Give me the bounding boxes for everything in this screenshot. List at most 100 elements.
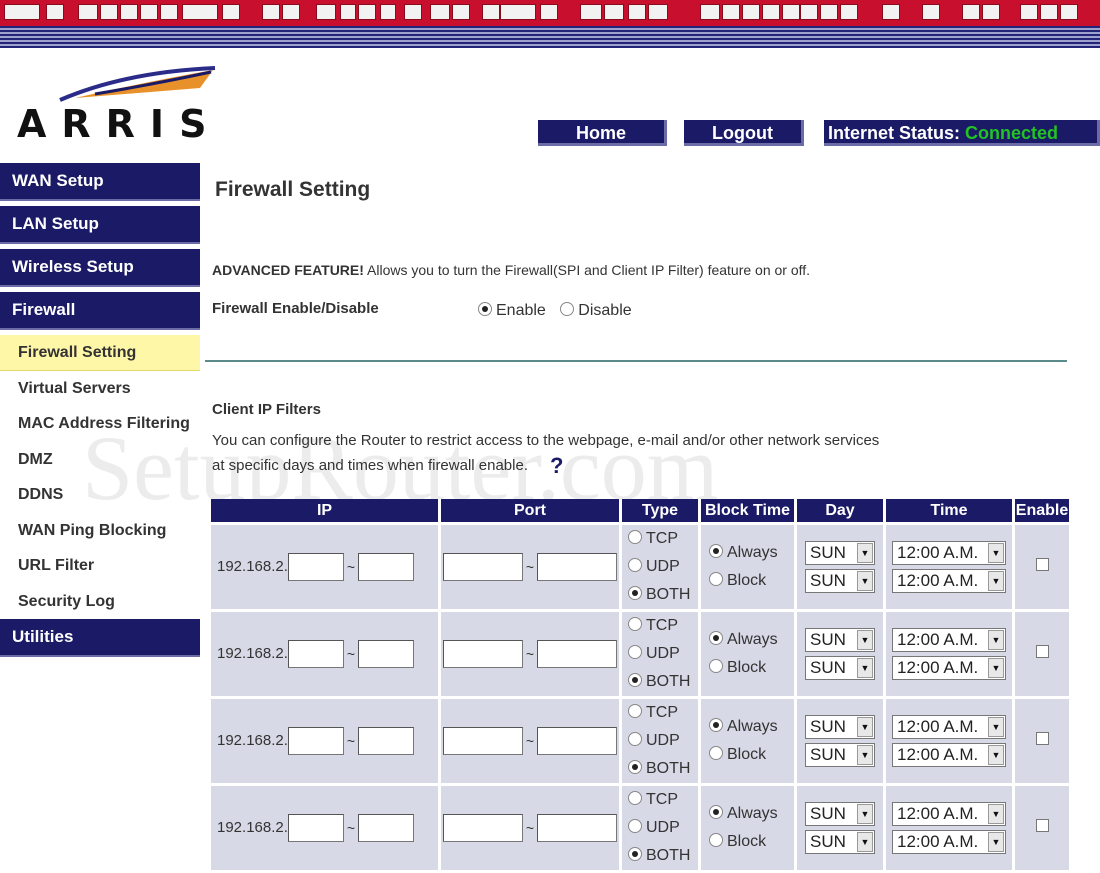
day-end-select[interactable]: SUN ▼ (805, 743, 875, 767)
port-end-input[interactable] (537, 553, 617, 581)
type-tcp-radio[interactable] (628, 704, 642, 718)
rule-enable-checkbox[interactable] (1035, 732, 1049, 745)
sidebar-item-url-filter[interactable]: URL Filter (0, 548, 200, 584)
rule-enable-checkbox[interactable] (1035, 645, 1049, 658)
time-start-select[interactable]: 12:00 A.M. ▼ (892, 628, 1006, 652)
block-schedule-label: Block (727, 572, 767, 589)
ip-start-input[interactable] (287, 553, 344, 581)
banner-stripes (0, 26, 1100, 48)
banner-block (540, 4, 558, 20)
sidebar-item-firewall[interactable]: Firewall (0, 292, 200, 330)
block-schedule-radio[interactable] (709, 572, 723, 586)
home-button[interactable]: Home (538, 120, 667, 146)
type-both-radio[interactable] (628, 673, 642, 687)
ip-end-input[interactable] (357, 727, 414, 755)
port-end-input[interactable] (537, 640, 617, 668)
port-end-input[interactable] (537, 727, 617, 755)
time-start-select[interactable]: 12:00 A.M. ▼ (892, 715, 1006, 739)
sidebar-item-virtual-servers[interactable]: Virtual Servers (0, 371, 200, 407)
type-both-radio[interactable] (628, 586, 642, 600)
time-end-select[interactable]: 12:00 A.M. ▼ (892, 830, 1006, 854)
banner-pattern (0, 4, 1100, 24)
sidebar-item-dmz[interactable]: DMZ (0, 442, 200, 478)
day-start-select[interactable]: SUN ▼ (805, 715, 875, 739)
banner-block (700, 4, 720, 20)
sidebar-item-ddns[interactable]: DDNS (0, 477, 200, 513)
firewall-enable-radio[interactable] (478, 302, 492, 316)
type-udp-radio[interactable] (628, 819, 642, 833)
client-ip-filter-table: IP Port Type Block Time Day Time Enable … (208, 496, 1072, 873)
block-always-radio[interactable] (709, 805, 723, 819)
rule-enable-checkbox[interactable] (1035, 819, 1049, 832)
sidebar-item-wan-setup[interactable]: WAN Setup (0, 163, 200, 201)
time-start-select[interactable]: 12:00 A.M. ▼ (892, 541, 1006, 565)
day-start-select[interactable]: SUN ▼ (805, 541, 875, 565)
type-udp-radio[interactable] (628, 732, 642, 746)
sidebar-item-wan-ping-blocking[interactable]: WAN Ping Blocking (0, 513, 200, 549)
day-end-select[interactable]: SUN ▼ (805, 830, 875, 854)
block-time-cell: Always Block (701, 612, 794, 696)
sidebar-item-mac-address-filtering[interactable]: MAC Address Filtering (0, 406, 200, 442)
sidebar-item-security-log[interactable]: Security Log (0, 584, 200, 620)
type-both-radio[interactable] (628, 847, 642, 861)
ip-start-input[interactable] (287, 814, 344, 842)
type-tcp-label: TCP (646, 617, 678, 634)
type-both-radio[interactable] (628, 760, 642, 774)
col-header-ip: IP (211, 499, 438, 522)
time-start-value: 12:00 A.M. (897, 543, 979, 562)
ip-end-input[interactable] (357, 640, 414, 668)
day-start-select[interactable]: SUN ▼ (805, 628, 875, 652)
ip-start-input[interactable] (287, 727, 344, 755)
type-tcp-radio[interactable] (628, 530, 642, 544)
banner-block (340, 4, 356, 20)
sidebar-item-wireless-setup[interactable]: Wireless Setup (0, 249, 200, 287)
logout-button[interactable]: Logout (684, 120, 804, 146)
time-start-select[interactable]: 12:00 A.M. ▼ (892, 802, 1006, 826)
block-always-radio[interactable] (709, 544, 723, 558)
ip-end-input[interactable] (357, 814, 414, 842)
type-udp-radio[interactable] (628, 558, 642, 572)
time-start-value: 12:00 A.M. (897, 630, 979, 649)
ip-range-cell: 192.168.2. ~ (211, 699, 438, 783)
ip-start-input[interactable] (287, 640, 344, 668)
type-udp-radio[interactable] (628, 645, 642, 659)
block-always-radio[interactable] (709, 631, 723, 645)
dropdown-arrow-icon: ▼ (988, 832, 1004, 852)
banner-block (404, 4, 422, 20)
time-end-select[interactable]: 12:00 A.M. ▼ (892, 569, 1006, 593)
port-start-input[interactable] (443, 727, 523, 755)
type-tcp-radio[interactable] (628, 617, 642, 631)
day-start-select[interactable]: SUN ▼ (805, 802, 875, 826)
ip-end-input[interactable] (357, 553, 414, 581)
time-start-value: 12:00 A.M. (897, 717, 979, 736)
time-end-select[interactable]: 12:00 A.M. ▼ (892, 743, 1006, 767)
sidebar-item-utilities[interactable]: Utilities (0, 619, 200, 657)
block-time-cell: Always Block (701, 699, 794, 783)
sidebar-item-firewall-setting[interactable]: Firewall Setting (0, 335, 200, 371)
type-tcp-radio[interactable] (628, 791, 642, 805)
port-end-input[interactable] (537, 814, 617, 842)
block-schedule-radio[interactable] (709, 659, 723, 673)
day-end-select[interactable]: SUN ▼ (805, 656, 875, 680)
day-start-value: SUN (810, 630, 846, 649)
time-end-value: 12:00 A.M. (897, 658, 979, 677)
dropdown-arrow-icon: ▼ (857, 717, 873, 737)
time-end-select[interactable]: 12:00 A.M. ▼ (892, 656, 1006, 680)
type-tcp-label: TCP (646, 704, 678, 721)
day-end-select[interactable]: SUN ▼ (805, 569, 875, 593)
banner-block (160, 4, 178, 20)
port-start-input[interactable] (443, 640, 523, 668)
firewall-disable-radio[interactable] (560, 302, 575, 316)
block-schedule-radio[interactable] (709, 746, 723, 760)
banner-block (628, 4, 646, 20)
rule-enable-checkbox[interactable] (1035, 558, 1049, 571)
banner-block (722, 4, 740, 20)
port-start-input[interactable] (443, 814, 523, 842)
help-icon[interactable]: ? (550, 453, 563, 478)
ip-range-cell: 192.168.2. ~ (211, 612, 438, 696)
sidebar-item-lan-setup[interactable]: LAN Setup (0, 206, 200, 244)
block-always-radio[interactable] (709, 718, 723, 732)
port-start-input[interactable] (443, 553, 523, 581)
banner-block (482, 4, 500, 20)
block-schedule-radio[interactable] (709, 833, 723, 847)
